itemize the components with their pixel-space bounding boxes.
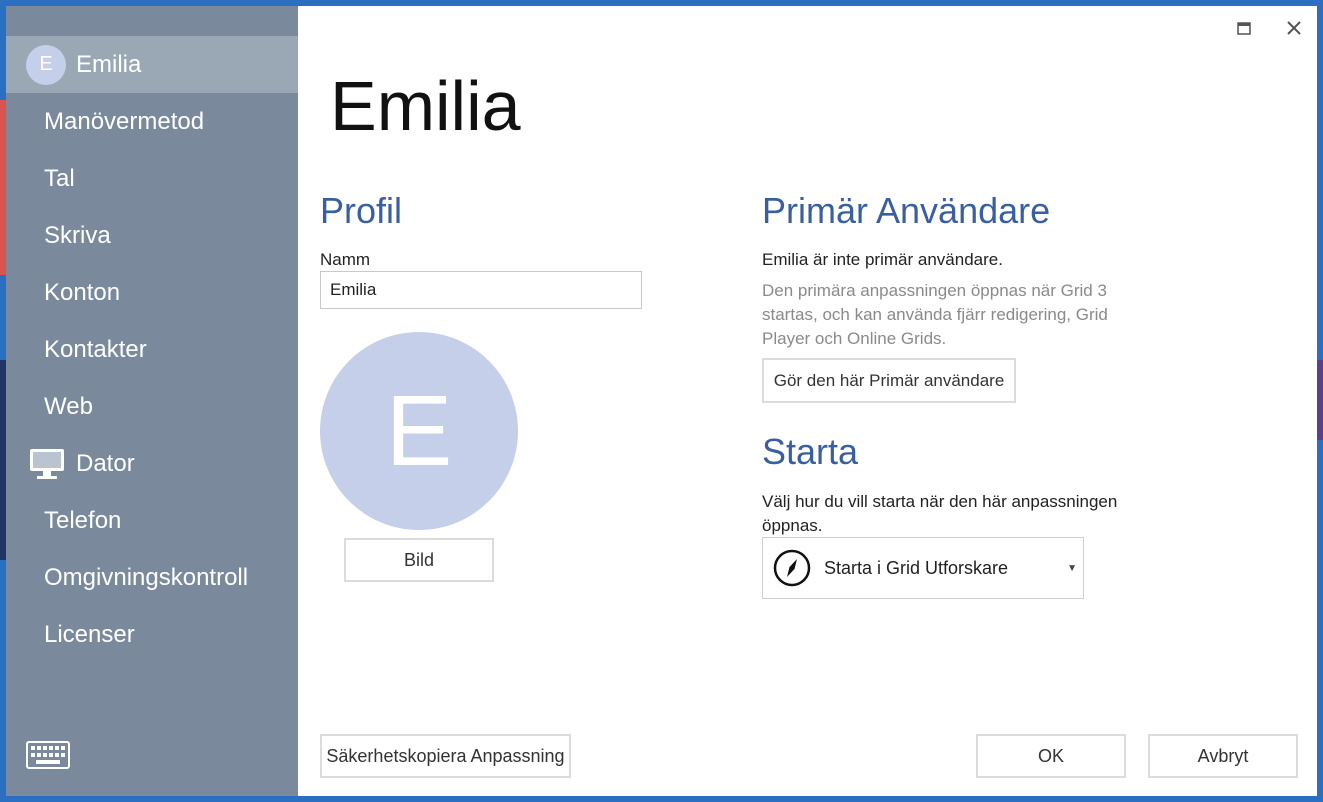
sidebar-item-label: Emilia bbox=[76, 50, 142, 78]
keyboard-icon[interactable] bbox=[26, 741, 70, 769]
close-icon bbox=[1287, 21, 1301, 35]
picture-button[interactable]: Bild bbox=[344, 538, 494, 582]
chevron-down-icon: ▼ bbox=[1067, 562, 1077, 574]
close-button[interactable] bbox=[1279, 16, 1309, 40]
monitor-icon bbox=[30, 448, 64, 479]
name-label: Namm bbox=[320, 250, 371, 269]
sidebar-item-user[interactable]: E Emilia bbox=[6, 36, 298, 93]
sidebar-item-label: Web bbox=[44, 392, 93, 420]
profile-heading: Profil bbox=[320, 190, 403, 231]
sidebar-item-phone[interactable]: Telefon bbox=[6, 492, 298, 549]
compass-icon bbox=[773, 549, 811, 587]
primary-user-description: Den primära anpassningen öppnas när Grid… bbox=[762, 281, 1108, 348]
sidebar-item-access-method[interactable]: Manövermetod bbox=[6, 93, 298, 150]
settings-window: E Emilia Manövermetod Tal Skriva Konton … bbox=[6, 6, 1317, 796]
cancel-button[interactable]: Avbryt bbox=[1148, 734, 1298, 778]
sidebar-item-label: Dator bbox=[76, 449, 135, 477]
desktop-background bbox=[1317, 360, 1323, 440]
page-title: Emilia bbox=[330, 67, 521, 145]
sidebar-item-licenses[interactable]: Licenser bbox=[6, 606, 298, 663]
sidebar-item-contacts[interactable]: Kontakter bbox=[6, 321, 298, 378]
sidebar-item-label: Manövermetod bbox=[44, 107, 205, 135]
start-description: Välj hur du vill starta när den här anpa… bbox=[762, 492, 1118, 535]
profile-avatar: E bbox=[320, 332, 518, 530]
sidebar-item-label: Telefon bbox=[44, 506, 122, 534]
user-avatar: E bbox=[26, 44, 66, 85]
sidebar-item-environment-control[interactable]: Omgivningskontroll bbox=[6, 549, 298, 606]
primary-user-heading: Primär Användare bbox=[762, 190, 1051, 231]
maximize-button[interactable] bbox=[1229, 16, 1259, 40]
sidebar-item-label: Konton bbox=[44, 278, 121, 306]
sidebar: E Emilia Manövermetod Tal Skriva Konton … bbox=[6, 6, 298, 796]
start-mode-selected: Starta i Grid Utforskare bbox=[824, 557, 1009, 578]
ok-button[interactable]: OK bbox=[976, 734, 1126, 778]
backup-button[interactable]: Säkerhetskopiera Anpassning bbox=[320, 734, 571, 778]
sidebar-item-writing[interactable]: Skriva bbox=[6, 207, 298, 264]
sidebar-item-accounts[interactable]: Konton bbox=[6, 264, 298, 321]
make-primary-button[interactable]: Gör den här Primär användare bbox=[762, 358, 1016, 403]
start-mode-select[interactable]: Starta i Grid Utforskare ▼ bbox=[762, 537, 1084, 599]
name-field[interactable] bbox=[320, 271, 642, 309]
sidebar-item-speech[interactable]: Tal bbox=[6, 150, 298, 207]
sidebar-item-label: Skriva bbox=[44, 221, 111, 249]
sidebar-item-web[interactable]: Web bbox=[6, 378, 298, 435]
main-panel: Emilia Profil Namm E Bild Primär Använda… bbox=[298, 6, 1317, 796]
sidebar-item-label: Kontakter bbox=[44, 335, 147, 363]
sidebar-item-computer[interactable]: Dator bbox=[6, 435, 298, 492]
sidebar-item-label: Licenser bbox=[44, 620, 135, 648]
sidebar-item-label: Tal bbox=[44, 164, 75, 192]
sidebar-item-label: Omgivningskontroll bbox=[44, 563, 249, 591]
maximize-icon bbox=[1237, 21, 1251, 35]
primary-user-status: Emilia är inte primär användare. bbox=[762, 250, 1003, 269]
start-heading: Starta bbox=[762, 431, 859, 472]
